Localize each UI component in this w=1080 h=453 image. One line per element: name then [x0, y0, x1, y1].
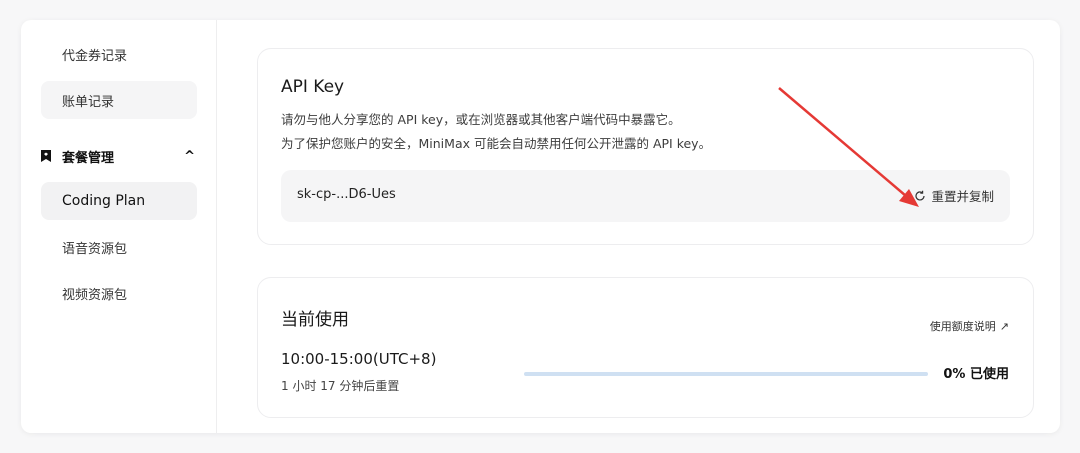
sidebar-item-billing-records[interactable]: 账单记录: [41, 81, 197, 119]
current-usage-card: 当前使用 使用额度说明 ↗ 10:00-15:00(UTC+8) 1 小时 17…: [257, 277, 1034, 418]
api-key-title: API Key: [281, 77, 345, 97]
usage-period: 10:00-15:00(UTC+8): [281, 350, 437, 368]
quota-explanation-link[interactable]: 使用额度说明 ↗: [930, 318, 1009, 334]
current-usage-title: 当前使用: [281, 310, 349, 330]
sidebar-item-label: Coding Plan: [62, 193, 146, 209]
reset-and-copy-button[interactable]: 重置并复制: [914, 186, 994, 205]
sidebar-item-voucher-records[interactable]: 代金券记录: [41, 35, 197, 73]
bookmark-icon: [41, 150, 51, 162]
sidebar: 代金券记录 账单记录 套餐管理 ^ Coding Plan 语音资源包 视频资源…: [21, 20, 217, 433]
chevron-up-icon: ^: [184, 148, 195, 164]
refresh-icon: [915, 190, 926, 201]
sidebar-item-label: 视频资源包: [62, 287, 128, 303]
sidebar-group-plan-management[interactable]: 套餐管理 ^: [39, 144, 199, 168]
usage-reset-countdown: 1 小时 17 分钟后重置: [281, 379, 400, 393]
quota-explanation-label: 使用额度说明: [929, 320, 996, 333]
api-key-warning-line2: 为了保护您账户的安全，MiniMax 可能会自动禁用任何公开泄露的 API ke…: [281, 136, 712, 151]
sidebar-group-label: 套餐管理: [62, 150, 115, 166]
api-key-warning-line1: 请勿与他人分享您的 API key，或在浏览器或其他客户端代码中暴露它。: [281, 112, 681, 127]
console-window: 代金券记录 账单记录 套餐管理 ^ Coding Plan 语音资源包 视频资源…: [21, 20, 1060, 433]
sidebar-item-voice-packs[interactable]: 语音资源包: [41, 228, 197, 266]
usage-percent-label: 0% 已使用: [943, 367, 1009, 382]
api-key-card: API Key 请勿与他人分享您的 API key，或在浏览器或其他客户端代码中…: [257, 48, 1034, 245]
sidebar-item-video-packs[interactable]: 视频资源包: [41, 274, 197, 312]
external-link-icon: ↗: [999, 319, 1009, 333]
sidebar-item-label: 账单记录: [62, 94, 115, 110]
sidebar-item-label: 代金券记录: [62, 48, 128, 64]
usage-progress-bar: [524, 372, 928, 376]
api-key-box: sk-cp-...D6-Ues 重置并复制: [281, 170, 1010, 222]
masked-api-key: sk-cp-...D6-Ues: [297, 187, 396, 202]
sidebar-item-coding-plan[interactable]: Coding Plan: [41, 182, 197, 220]
reset-and-copy-label: 重置并复制: [931, 189, 994, 204]
sidebar-item-label: 语音资源包: [62, 241, 128, 257]
